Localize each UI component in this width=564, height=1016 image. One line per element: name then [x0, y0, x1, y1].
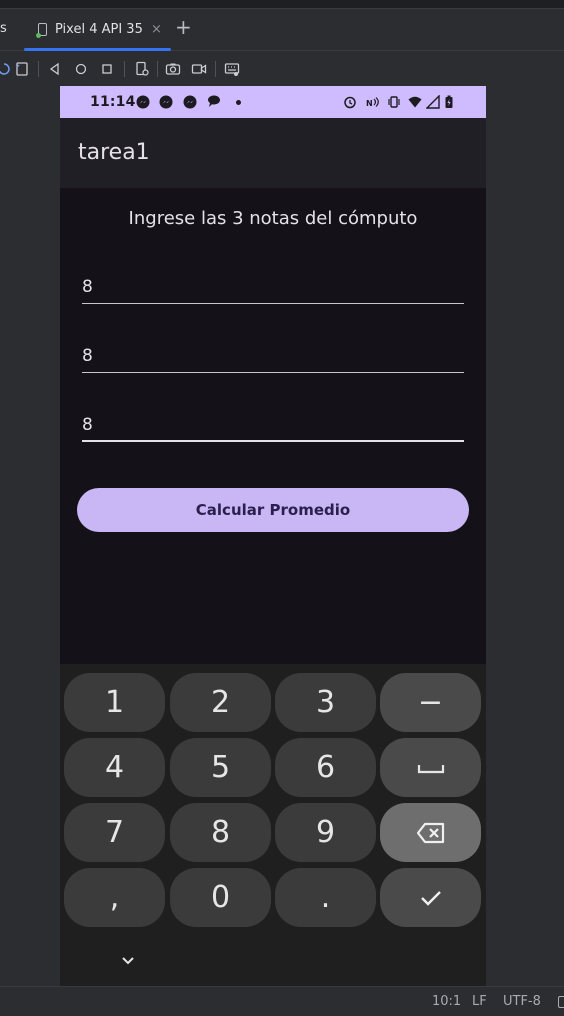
keyboard-icon[interactable] [224, 61, 240, 77]
key-5[interactable]: 5 [170, 738, 271, 797]
check-icon [420, 890, 441, 906]
instruction-text: Ingrese las 3 notas del cómputo [128, 208, 418, 229]
signal-icon [426, 95, 440, 109]
key-0[interactable]: 0 [170, 868, 271, 927]
app-title: tarea1 [78, 140, 150, 165]
emulator-screen[interactable]: 11:14 N tarea1 Ingrese las 3 notas del c… [60, 86, 486, 986]
tab-label: Pixel 4 API 35 [55, 22, 143, 37]
line-ending[interactable]: LF [472, 994, 487, 1009]
key-3[interactable]: 3 [275, 673, 376, 732]
space-icon [417, 764, 444, 773]
device-settings-icon[interactable] [134, 61, 150, 77]
rotate-icon[interactable] [0, 61, 12, 77]
more-notifications-dot [236, 100, 241, 105]
cursor-position[interactable]: 10:1 [432, 994, 461, 1009]
fold-icon[interactable] [14, 61, 30, 77]
app-bar: tarea1 [60, 118, 486, 188]
messenger-icon [183, 95, 197, 109]
backspace-icon [416, 822, 444, 843]
svg-text:N: N [366, 99, 373, 108]
grade-input-2[interactable] [82, 337, 464, 373]
status-time: 11:14 [90, 94, 136, 110]
previous-tab[interactable]: s [0, 21, 7, 36]
camera-icon[interactable] [165, 61, 181, 77]
grade-field-1[interactable] [82, 268, 464, 302]
status-edge-icon[interactable] [558, 996, 564, 1008]
emulator-right-margin [486, 86, 564, 986]
tab-close-icon[interactable]: × [151, 22, 162, 37]
chat-bubble-icon [207, 95, 221, 109]
grade-field-2[interactable] [82, 337, 464, 371]
toolbar-separator [38, 61, 39, 77]
grade-input-3[interactable] [82, 406, 464, 442]
key-1[interactable]: 1 [64, 673, 165, 732]
home-icon[interactable] [73, 61, 89, 77]
battery-icon [444, 95, 454, 109]
overview-icon[interactable] [99, 61, 115, 77]
nfc-icon: N [366, 95, 380, 109]
key-minus[interactable]: − [380, 673, 481, 732]
add-tab-icon[interactable]: + [175, 17, 192, 37]
key-comma[interactable]: , [64, 868, 165, 927]
key-2[interactable]: 2 [170, 673, 271, 732]
key-9[interactable]: 9 [275, 803, 376, 862]
toolbar-separator [124, 61, 125, 77]
alarm-icon [343, 95, 357, 109]
key-done[interactable] [380, 868, 481, 927]
video-icon[interactable] [191, 61, 207, 77]
key-7[interactable]: 7 [64, 803, 165, 862]
key-backspace[interactable] [380, 803, 481, 862]
phone-status-bar: 11:14 N [60, 86, 486, 118]
key-8[interactable]: 8 [170, 803, 271, 862]
numeric-keyboard: 1 2 3 − 4 5 6 7 8 9 , 0 . [60, 664, 486, 986]
key-space[interactable] [380, 738, 481, 797]
back-icon[interactable] [47, 61, 63, 77]
tab-pixel-4-api-35[interactable]: Pixel 4 API 35 × [24, 9, 171, 51]
emulator-toolbar [0, 52, 564, 86]
ide-tab-bar: s Pixel 4 API 35 × + [0, 9, 564, 51]
ide-status-bar: 10:1 LF UTF-8 [0, 986, 564, 1016]
ide-top-strip [0, 0, 564, 9]
calculate-average-button[interactable]: Calcular Promedio [77, 488, 469, 532]
key-6[interactable]: 6 [275, 738, 376, 797]
field-underline [82, 371, 464, 373]
grade-field-3[interactable] [82, 406, 464, 440]
file-encoding[interactable]: UTF-8 [503, 994, 541, 1009]
key-4[interactable]: 4 [64, 738, 165, 797]
vibrate-icon [387, 95, 401, 109]
emulator-left-margin [0, 86, 60, 986]
key-period[interactable]: . [275, 868, 376, 927]
grade-input-1[interactable] [82, 268, 464, 304]
app-content: Ingrese las 3 notas del cómputo Calcular… [60, 188, 486, 664]
keyboard-collapse-icon[interactable] [118, 950, 138, 970]
field-underline [82, 302, 464, 304]
wifi-icon [408, 95, 422, 109]
toolbar-separator [157, 61, 158, 77]
messenger-icon [136, 95, 150, 109]
field-underline [82, 440, 464, 442]
device-icon [36, 23, 47, 38]
toolbar-separator [215, 61, 216, 77]
messenger-icon [159, 95, 173, 109]
active-tab-indicator [24, 48, 171, 51]
